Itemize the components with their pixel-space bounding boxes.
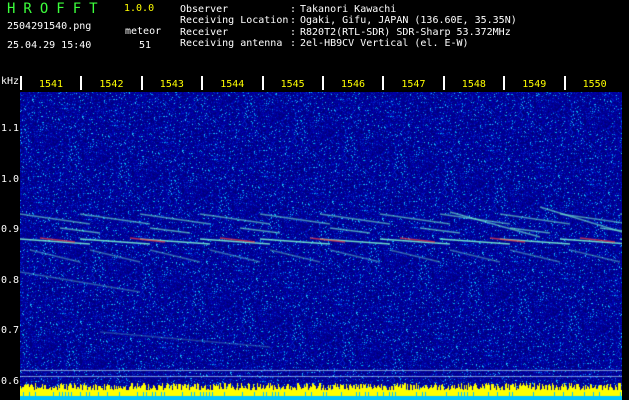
date-time: 25.04.29 15:40 bbox=[7, 40, 92, 51]
time-tick-label: 1543 bbox=[159, 79, 184, 90]
time-tick-mark bbox=[80, 76, 83, 90]
spectrogram bbox=[20, 92, 622, 400]
frequency-tick-label: 0.7 bbox=[1, 325, 20, 336]
time-tick-label: 1542 bbox=[99, 79, 124, 90]
time-tick-mark bbox=[261, 76, 264, 90]
frequency-tick-label: 0.8 bbox=[1, 275, 20, 286]
time-tick-label: 1544 bbox=[220, 79, 245, 90]
frequency-tick-label: 1.0 bbox=[1, 174, 20, 185]
time-axis: 1541 1542 1543 1544 1545 1546 1547 1548 1549 1550 bbox=[20, 76, 622, 92]
file-name: 2504291540.png bbox=[7, 21, 92, 32]
receiver-label: Receiver bbox=[180, 27, 229, 38]
frequency-tick-label: 0.6 bbox=[1, 376, 20, 387]
location-colon: : bbox=[290, 15, 297, 26]
observer-value: Takanori Kawachi bbox=[300, 4, 397, 15]
time-tick-label: 1548 bbox=[461, 79, 486, 90]
antenna-colon: : bbox=[290, 38, 297, 49]
receiver-value: R820T2(RTL-SDR) SDR-Sharp 53.372MHz bbox=[300, 27, 511, 38]
frequency-tick-label: 0.9 bbox=[1, 224, 20, 235]
time-tick-mark bbox=[442, 76, 445, 90]
hrofft-window: HROFFT 1.0.0 2504291540.png 25.04.29 15:… bbox=[0, 0, 629, 400]
app-version: 1.0.0 bbox=[124, 3, 155, 14]
time-tick-mark bbox=[503, 76, 506, 90]
observer-colon: : bbox=[290, 4, 297, 15]
header-panel: HROFFT 1.0.0 2504291540.png 25.04.29 15:… bbox=[0, 0, 629, 74]
time-tick-mark bbox=[382, 76, 385, 90]
time-tick-mark bbox=[140, 76, 143, 90]
frequency-axis: 1.1 1.0 0.9 0.8 0.7 0.6 bbox=[0, 92, 20, 400]
receiver-colon: : bbox=[290, 27, 297, 38]
time-tick-label: 1547 bbox=[401, 79, 426, 90]
frequency-tick-label: 1.1 bbox=[1, 123, 20, 134]
meteor-label: meteor bbox=[125, 26, 162, 37]
time-tick-mark bbox=[563, 76, 566, 90]
location-value: Ogaki, Gifu, JAPAN (136.60E, 35.35N) bbox=[300, 15, 517, 26]
antenna-value: 2el-HB9CV Vertical (el. E-W) bbox=[300, 38, 469, 49]
location-label: Receiving Location bbox=[180, 15, 289, 26]
time-tick-label: 1541 bbox=[39, 79, 64, 90]
time-tick-label: 1545 bbox=[280, 79, 305, 90]
time-tick-mark bbox=[201, 76, 204, 90]
observer-label: Observer bbox=[180, 4, 229, 15]
time-tick-label: 1550 bbox=[582, 79, 607, 90]
time-tick-label: 1549 bbox=[522, 79, 547, 90]
time-tick-label: 1546 bbox=[341, 79, 366, 90]
antenna-label: Receiving antenna bbox=[180, 38, 283, 49]
app-title: HROFFT bbox=[7, 1, 106, 17]
time-tick-mark bbox=[322, 76, 324, 90]
khz-unit-label: kHz bbox=[1, 76, 20, 87]
meteor-count: 51 bbox=[139, 40, 152, 51]
time-tick-mark bbox=[20, 76, 22, 90]
